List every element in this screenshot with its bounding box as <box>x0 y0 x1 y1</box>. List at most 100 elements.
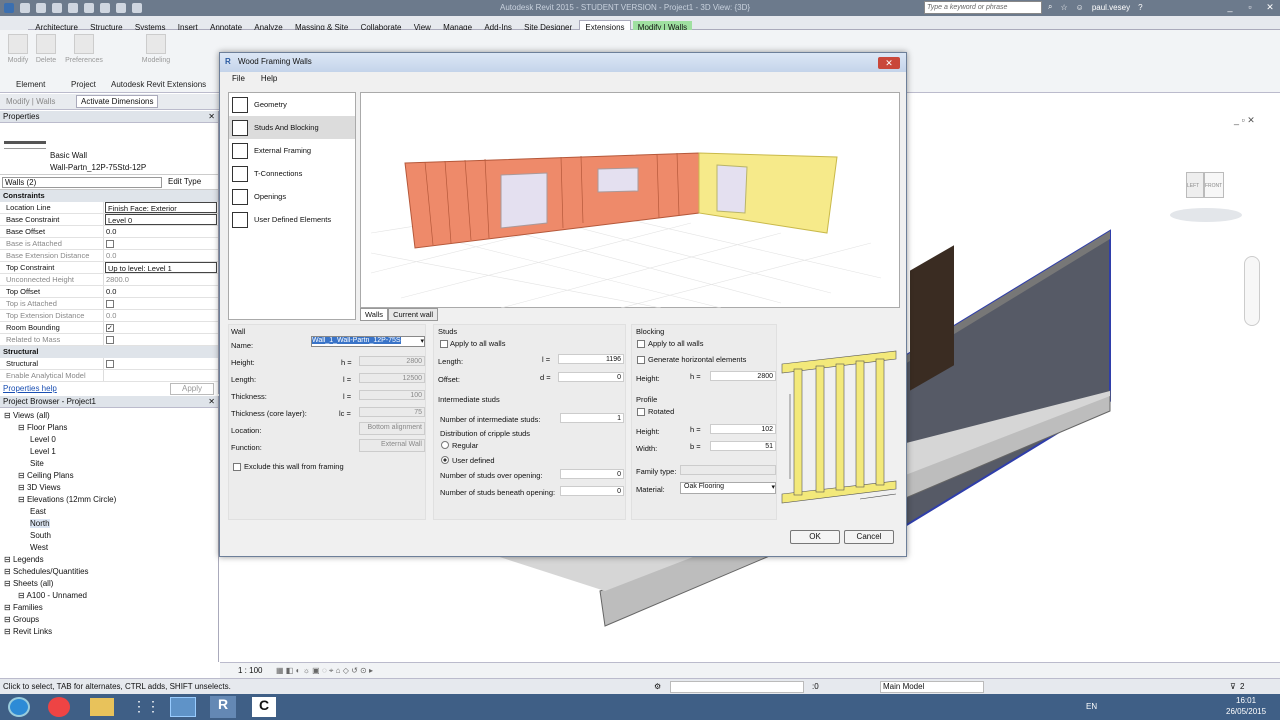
preferences-button[interactable]: Preferences <box>64 34 104 64</box>
property-value[interactable]: Level 0 <box>105 214 217 225</box>
category-studs-and-blocking[interactable]: Studs And Blocking <box>229 116 355 139</box>
family-type-select[interactable] <box>680 465 776 475</box>
property-value[interactable]: 0.0 <box>104 286 218 297</box>
design-option-select[interactable]: Main Model <box>880 681 984 693</box>
filter-icon[interactable]: ⊽ <box>1230 682 1236 691</box>
save-icon[interactable] <box>36 3 46 13</box>
wall-length-field[interactable]: 12500 <box>359 373 425 383</box>
regular-radio[interactable] <box>441 441 449 449</box>
browser-item[interactable]: Site <box>0 459 218 471</box>
group-constraints[interactable]: Constraints <box>0 190 218 202</box>
generate-horizontal-checkbox[interactable] <box>637 356 645 364</box>
intermediate-studs-field[interactable]: 1 <box>560 413 624 423</box>
expander-icon[interactable]: ⊟ <box>4 615 13 624</box>
browser-item[interactable]: ⊟ Views (all) <box>0 411 218 423</box>
instance-selector[interactable]: Walls (2) <box>2 177 162 188</box>
property-checkbox[interactable] <box>106 324 114 333</box>
view-window-controls[interactable]: _ ▫ ✕ <box>1234 115 1255 126</box>
help-icon[interactable]: ? <box>1138 3 1142 12</box>
text-icon[interactable] <box>116 3 126 13</box>
close-icon[interactable]: ✕ <box>208 397 215 406</box>
revit-taskbar-icon[interactable]: R <box>210 696 236 718</box>
cancel-button[interactable]: Cancel <box>844 530 894 544</box>
menu-file[interactable]: File <box>232 74 245 84</box>
framing-preview[interactable] <box>360 92 900 309</box>
close-icon[interactable]: ✕ <box>1260 0 1280 14</box>
type-selector[interactable]: Basic Wall Wall-Partn_12P-75Std-12P <box>0 123 218 175</box>
wall-function-field[interactable]: External Wall <box>359 439 425 452</box>
menu-help[interactable]: Help <box>261 74 277 84</box>
profile-height-field[interactable]: 102 <box>710 424 776 434</box>
expander-icon[interactable]: ⊟ <box>18 483 27 492</box>
windows-start-icon[interactable] <box>8 697 30 717</box>
browser-item[interactable]: ⊟ Legends <box>0 555 218 567</box>
group-structural[interactable]: Structural <box>0 346 218 358</box>
view-cube[interactable]: LEFT FRONT <box>1164 164 1248 222</box>
undo-icon[interactable] <box>52 3 62 13</box>
browser-item[interactable]: ⊟ Revit Links <box>0 627 218 639</box>
view-cube-front[interactable]: FRONT <box>1204 172 1224 198</box>
minimize-icon[interactable]: _ <box>1220 0 1240 14</box>
modeling-button[interactable]: Modeling <box>136 34 176 64</box>
tab-current-wall[interactable]: Current wall <box>388 308 439 321</box>
browser-item[interactable]: East <box>0 507 218 519</box>
property-value[interactable] <box>104 298 218 309</box>
rotated-checkbox[interactable] <box>637 408 645 416</box>
chrome-icon[interactable] <box>48 697 70 717</box>
user-icon[interactable]: ☺ <box>1076 3 1084 12</box>
category-geometry[interactable]: Geometry <box>229 93 355 116</box>
studs-beneath-opening-field[interactable]: 0 <box>560 486 624 496</box>
workset-select[interactable] <box>670 681 804 693</box>
tab-walls[interactable]: Walls <box>360 308 389 321</box>
browser-item[interactable]: ⊟ A100 - Unnamed <box>0 591 218 603</box>
browser-item[interactable]: ⊟ Floor Plans <box>0 423 218 435</box>
close-icon[interactable]: ✕ <box>878 57 900 69</box>
expander-icon[interactable]: ⊟ <box>4 555 13 564</box>
tab-menu[interactable] <box>0 16 28 30</box>
view-control-icons[interactable]: ▦ ◧ ◐ ☼ ▣ ◌ ⌖ ⌂ ◇ ↺ ⊙ ▸ <box>276 666 373 676</box>
close-icon[interactable]: ✕ <box>208 112 215 121</box>
expander-icon[interactable]: ⊟ <box>4 579 13 588</box>
property-value[interactable]: 0.0 <box>104 226 218 237</box>
explorer-icon[interactable] <box>90 698 114 716</box>
language-indicator[interactable]: EN <box>1086 702 1097 711</box>
expander-icon[interactable]: ⊟ <box>18 423 27 432</box>
profile-width-field[interactable]: 51 <box>710 441 776 451</box>
print-icon[interactable] <box>84 3 94 13</box>
browser-item[interactable]: ⊟ Ceiling Plans <box>0 471 218 483</box>
blocking-height-field[interactable]: 2800 <box>710 371 776 381</box>
edit-type-button[interactable]: Edit Type <box>168 177 201 186</box>
wall-name-select[interactable]: Wall_1_Wall-Partn_12P-75S ▾ <box>311 336 425 347</box>
property-value[interactable] <box>104 238 218 249</box>
material-select[interactable]: Oak Flooring ▾ <box>680 482 776 494</box>
measure-icon[interactable] <box>100 3 110 13</box>
expander-icon[interactable]: ⊟ <box>18 495 27 504</box>
browser-item[interactable]: ⊟ Schedules/Quantities <box>0 567 218 579</box>
user-defined-radio[interactable] <box>441 456 449 464</box>
browser-item[interactable]: Level 1 <box>0 447 218 459</box>
navigation-bar[interactable] <box>1244 256 1260 326</box>
open-icon[interactable] <box>20 3 30 13</box>
clock-date[interactable]: 26/05/2015 <box>1226 707 1266 716</box>
studs-offset-field[interactable]: 0 <box>558 372 624 382</box>
redo-icon[interactable] <box>68 3 78 13</box>
clock-time[interactable]: 16:01 <box>1236 696 1256 705</box>
browser-item[interactable]: ⊟ Elevations (12mm Circle) <box>0 495 218 507</box>
exclude-wall-checkbox[interactable] <box>233 463 241 471</box>
studs-apply-all-checkbox[interactable] <box>440 340 448 348</box>
browser-item[interactable]: Level 0 <box>0 435 218 447</box>
view-scale[interactable]: 1 : 100 <box>238 666 262 675</box>
property-value[interactable] <box>104 322 218 333</box>
expander-icon[interactable]: ⊟ <box>4 627 13 636</box>
category-user-defined-elements[interactable]: User Defined Elements <box>229 208 355 231</box>
browser-item[interactable]: ⊟ Sheets (all) <box>0 579 218 591</box>
desktop-icon[interactable] <box>170 697 196 717</box>
wall-thickness-field[interactable]: 100 <box>359 390 425 400</box>
binoculars-icon[interactable]: ⌕ <box>1048 2 1052 12</box>
category-openings[interactable]: Openings <box>229 185 355 208</box>
property-checkbox[interactable] <box>106 336 114 345</box>
activate-dimensions-button[interactable]: Activate Dimensions <box>76 95 159 108</box>
modify-button[interactable]: Modify <box>4 34 32 64</box>
browser-item[interactable]: ⊟ Families <box>0 603 218 615</box>
star-icon[interactable]: ☆ <box>1060 3 1067 12</box>
